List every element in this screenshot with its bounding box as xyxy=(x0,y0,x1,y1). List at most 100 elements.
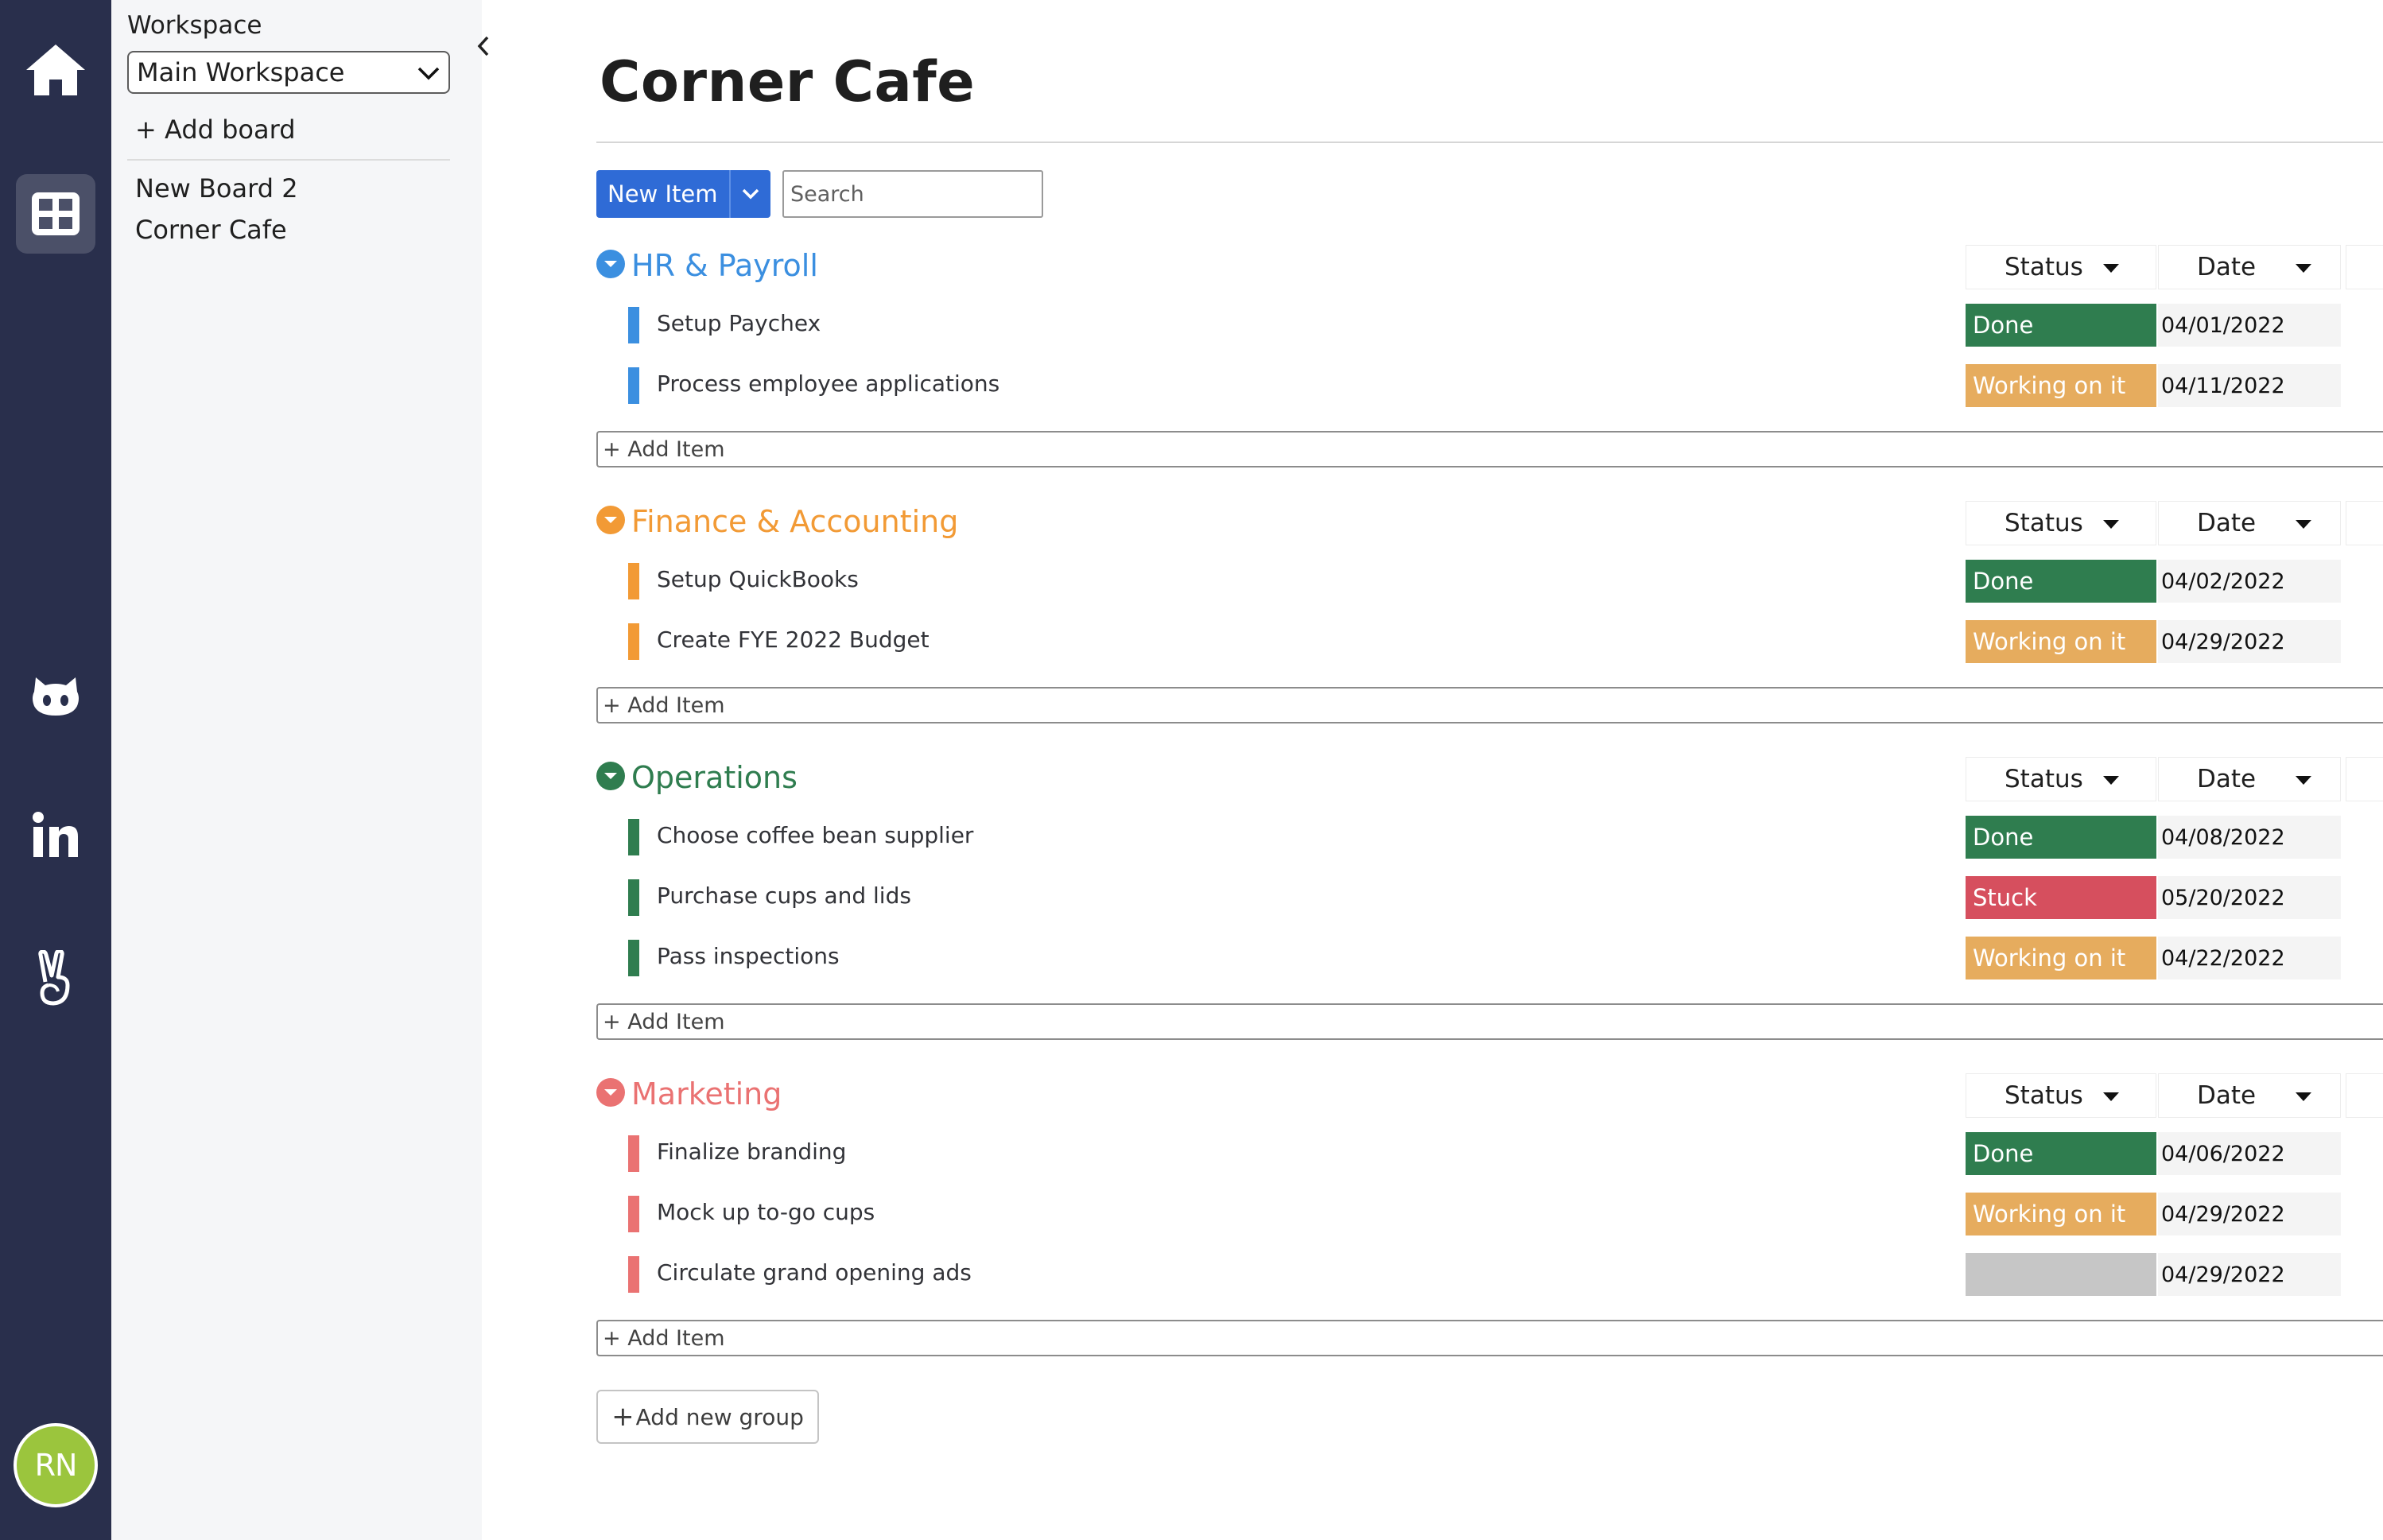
group-title[interactable]: HR & Payroll xyxy=(631,248,818,283)
angellist-icon[interactable] xyxy=(16,938,95,1018)
caret-down-icon[interactable] xyxy=(2296,1092,2311,1101)
item-name[interactable]: Choose coffee bean supplier xyxy=(657,822,973,848)
item-row[interactable]: Process employee applications Working on … xyxy=(596,364,2383,407)
status-column-header[interactable]: Status xyxy=(1966,757,2156,801)
item-row[interactable]: Setup Paychex Done 04/01/2022 xyxy=(596,304,2383,347)
collapse-group-icon[interactable] xyxy=(596,1078,625,1107)
user-avatar[interactable]: RN xyxy=(14,1423,98,1507)
group-color-bar xyxy=(628,307,639,343)
date-cell[interactable]: 04/02/2022 xyxy=(2158,560,2341,603)
add-item-input[interactable]: + Add Item xyxy=(596,431,2383,467)
date-cell[interactable]: 04/01/2022 xyxy=(2158,304,2341,347)
date-cell[interactable]: 04/11/2022 xyxy=(2158,364,2341,407)
add-column-header[interactable] xyxy=(2346,757,2383,801)
item-row[interactable]: Choose coffee bean supplier Done 04/08/202… xyxy=(596,816,2383,859)
item-name[interactable]: Finalize branding xyxy=(657,1139,846,1165)
caret-down-icon[interactable] xyxy=(2296,264,2311,273)
sidebar-board-corner-cafe[interactable]: Corner Cafe xyxy=(135,215,287,245)
status-column-header[interactable]: Status xyxy=(1966,501,2156,545)
item-name[interactable]: Setup QuickBooks xyxy=(657,566,859,592)
add-column-header[interactable] xyxy=(2346,1073,2383,1118)
date-cell[interactable]: 04/06/2022 xyxy=(2158,1132,2341,1175)
group-title[interactable]: Operations xyxy=(631,760,798,795)
status-column-header[interactable]: Status xyxy=(1966,245,2156,289)
status-cell[interactable]: Done xyxy=(1966,1132,2156,1175)
status-cell[interactable] xyxy=(1966,1253,2156,1296)
item-name[interactable]: Process employee applications xyxy=(657,370,999,397)
board-title: Corner Cafe xyxy=(600,49,976,114)
status-cell[interactable]: Stuck xyxy=(1966,876,2156,919)
date-cell[interactable]: 04/29/2022 xyxy=(2158,620,2341,663)
new-item-button[interactable]: New Item xyxy=(596,170,729,218)
date-cell[interactable]: 04/22/2022 xyxy=(2158,937,2341,979)
boards-icon[interactable] xyxy=(16,174,95,254)
add-item-input[interactable]: + Add Item xyxy=(596,687,2383,723)
collapse-group-icon[interactable] xyxy=(596,506,625,534)
item-name[interactable]: Circulate grand opening ads xyxy=(657,1259,972,1286)
date-cell[interactable]: 04/29/2022 xyxy=(2158,1253,2341,1296)
sidebar-board-new-board-2[interactable]: New Board 2 xyxy=(135,173,298,204)
workspace-select[interactable]: Main Workspace xyxy=(127,51,450,94)
collapse-group-icon[interactable] xyxy=(596,762,625,790)
caret-down-icon[interactable] xyxy=(2296,776,2311,785)
group-color-bar xyxy=(628,940,639,976)
status-column-label: Status xyxy=(2005,253,2083,281)
caret-down-icon[interactable] xyxy=(2103,776,2119,785)
add-item-input[interactable]: + Add Item xyxy=(596,1320,2383,1356)
caret-down-icon[interactable] xyxy=(2103,1092,2119,1101)
workspace-label: Workspace xyxy=(127,11,262,40)
item-row[interactable]: Purchase cups and lids Stuck 05/20/2022 xyxy=(596,876,2383,919)
caret-down-icon[interactable] xyxy=(2103,520,2119,529)
add-column-header[interactable] xyxy=(2346,245,2383,289)
date-cell[interactable]: 04/08/2022 xyxy=(2158,816,2341,859)
new-item-dropdown[interactable] xyxy=(728,170,770,218)
status-cell[interactable]: Working on it xyxy=(1966,937,2156,979)
status-cell[interactable]: Working on it xyxy=(1966,1193,2156,1235)
sidebar-divider xyxy=(127,159,450,161)
status-cell[interactable]: Done xyxy=(1966,560,2156,603)
item-row[interactable]: Setup QuickBooks Done 04/02/2022 xyxy=(596,560,2383,603)
item-row[interactable]: Circulate grand opening ads 04/29/2022 xyxy=(596,1253,2383,1296)
date-cell[interactable]: 05/20/2022 xyxy=(2158,876,2341,919)
item-row[interactable]: Create FYE 2022 Budget Working on it 04/29… xyxy=(596,620,2383,663)
github-icon[interactable] xyxy=(16,656,95,735)
group-title[interactable]: Marketing xyxy=(631,1076,782,1111)
item-row[interactable]: Pass inspections Working on it 04/22/2022 xyxy=(596,937,2383,979)
search-input[interactable] xyxy=(782,170,1043,218)
status-column-label: Status xyxy=(2005,1081,2083,1110)
item-name[interactable]: Pass inspections xyxy=(657,943,840,969)
date-column-label: Date xyxy=(2197,765,2257,793)
status-cell[interactable]: Done xyxy=(1966,816,2156,859)
item-name[interactable]: Purchase cups and lids xyxy=(657,882,911,909)
date-cell[interactable]: 04/29/2022 xyxy=(2158,1193,2341,1235)
status-cell[interactable]: Working on it xyxy=(1966,620,2156,663)
group-color-bar xyxy=(628,623,639,660)
date-column-header[interactable]: Date xyxy=(2158,1073,2341,1118)
caret-down-icon[interactable] xyxy=(2296,520,2311,529)
add-board-button[interactable]: + Add board xyxy=(135,114,296,145)
date-column-label: Date xyxy=(2197,253,2257,281)
status-cell[interactable]: Working on it xyxy=(1966,364,2156,407)
item-row[interactable]: Finalize branding Done 04/06/2022 xyxy=(596,1132,2383,1175)
date-column-header[interactable]: Date xyxy=(2158,757,2341,801)
status-cell[interactable]: Done xyxy=(1966,304,2156,347)
status-column-header[interactable]: Status xyxy=(1966,1073,2156,1118)
item-name[interactable]: Setup Paychex xyxy=(657,310,821,336)
home-icon[interactable] xyxy=(16,30,95,110)
linkedin-icon[interactable] xyxy=(16,795,95,875)
item-name[interactable]: Mock up to-go cups xyxy=(657,1199,875,1225)
plus-icon: + xyxy=(611,1401,635,1433)
add-item-input[interactable]: + Add Item xyxy=(596,1003,2383,1040)
title-divider xyxy=(596,142,2383,143)
item-name[interactable]: Create FYE 2022 Budget xyxy=(657,626,930,653)
date-column-header[interactable]: Date xyxy=(2158,501,2341,545)
group-header: Marketing Status Date xyxy=(596,1073,2383,1121)
caret-down-icon[interactable] xyxy=(2103,264,2119,273)
group-title[interactable]: Finance & Accounting xyxy=(631,504,958,539)
collapse-sidebar-icon[interactable] xyxy=(472,32,495,60)
add-column-header[interactable] xyxy=(2346,501,2383,545)
item-row[interactable]: Mock up to-go cups Working on it 04/29/202… xyxy=(596,1193,2383,1235)
date-column-header[interactable]: Date xyxy=(2158,245,2341,289)
collapse-group-icon[interactable] xyxy=(596,250,625,278)
add-new-group-button[interactable]: + Add new group xyxy=(596,1390,819,1444)
